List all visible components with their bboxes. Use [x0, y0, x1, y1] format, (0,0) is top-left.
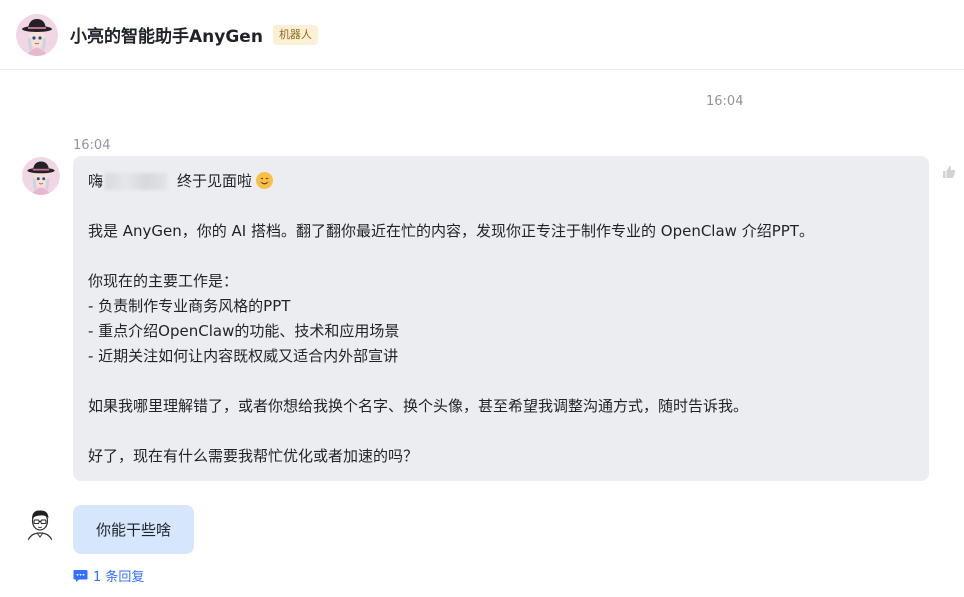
greeting-suffix: 终于见面啦: [177, 172, 253, 190]
feedback-text: 如果我哪里理解错了，或者你想给我换个名字、换个头像，甚至希望我调整沟通方式，随时…: [88, 397, 749, 415]
greeting-line: 嗨 终于见面啦: [88, 169, 914, 194]
redacted-username: [105, 173, 168, 190]
bot-message-bubble[interactable]: 嗨 终于见面啦 我是 AnyGen，你的 AI 搭档。翻了翻你最近在忙的内容，发现…: [73, 156, 929, 481]
work-heading: 你现在的主要工作是：: [88, 272, 239, 290]
bot-message-avatar[interactable]: [22, 157, 60, 195]
bot-avatar[interactable]: [16, 13, 58, 56]
bot-badge: 机器人: [272, 24, 318, 45]
closing-text: 好了，现在有什么需要我帮忙优化或者加速的吗？: [88, 447, 419, 465]
thread-reply-link[interactable]: 1 条回复: [73, 566, 144, 585]
timestamp-divider: 16:04: [706, 94, 744, 109]
reply-count-label: 1 条回复: [93, 570, 145, 585]
message-timestamp: 16:04: [73, 138, 111, 153]
work-item: - 近期关注如何让内容既权威又适合内外部宣讲: [88, 347, 399, 365]
greeting-prefix: 嗨: [88, 172, 104, 190]
user-avatar[interactable]: [21, 506, 59, 544]
comment-icon: [73, 569, 88, 582]
work-item: - 重点介绍OpenClaw的功能、技术和应用场景: [88, 322, 400, 340]
smile-emoji-icon: [256, 172, 274, 189]
chat-header: 小亮的智能助手AnyGen 机器人: [0, 0, 964, 70]
user-message-bubble[interactable]: 你能干些啥: [73, 505, 194, 554]
work-item: - 负责制作专业商务风格的PPT: [88, 297, 291, 315]
chat-title: 小亮的智能助手AnyGen: [70, 27, 263, 47]
thumbs-up-icon[interactable]: [941, 164, 957, 180]
intro-text: 我是 AnyGen，你的 AI 搭档。翻了翻你最近在忙的内容，发现你正专注于制作…: [88, 222, 814, 240]
user-message-text: 你能干些啥: [95, 521, 171, 539]
